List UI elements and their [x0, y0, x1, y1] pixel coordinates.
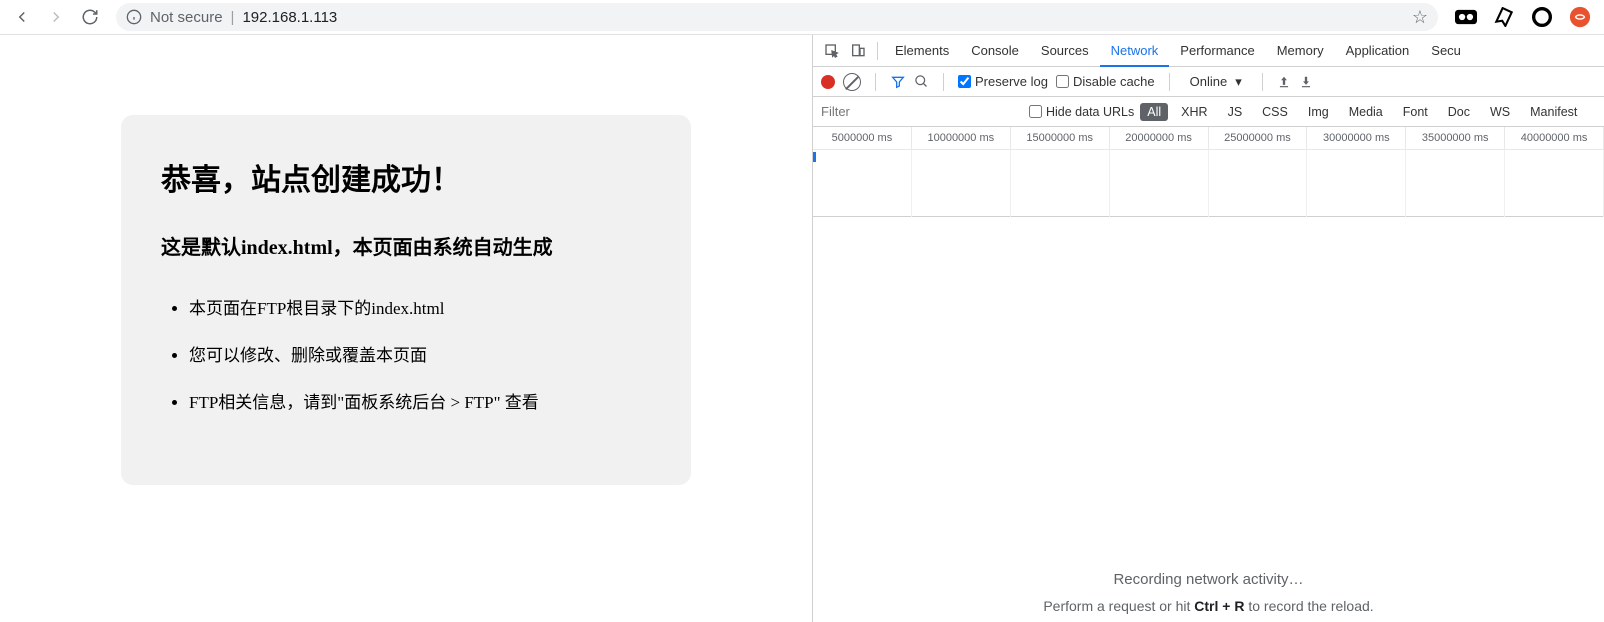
upload-icon[interactable]	[1277, 75, 1291, 89]
download-icon[interactable]	[1299, 75, 1313, 89]
pill-font[interactable]: Font	[1396, 103, 1435, 121]
device-toggle-icon[interactable]	[845, 38, 871, 64]
list-item: FTP相关信息，请到"面板系统后台 > FTP" 查看	[189, 388, 651, 413]
reload-button[interactable]	[76, 3, 104, 31]
pill-manifest[interactable]: Manifest	[1523, 103, 1584, 121]
list-item: 您可以修改、删除或覆盖本页面	[189, 341, 651, 366]
preserve-log-input[interactable]	[958, 75, 971, 88]
tab-network[interactable]: Network	[1100, 35, 1170, 67]
info-card: 恭喜，站点创建成功！ 这是默认index.html，本页面由系统自动生成 本页面…	[121, 115, 691, 485]
pill-doc[interactable]: Doc	[1441, 103, 1477, 121]
pipe-divider: |	[231, 9, 235, 26]
disable-cache-label: Disable cache	[1073, 74, 1155, 89]
pill-xhr[interactable]: XHR	[1174, 103, 1214, 121]
timeline-tick: 15000000 ms	[1011, 127, 1110, 149]
info-icon	[126, 9, 142, 25]
record-button[interactable]	[821, 75, 835, 89]
separator	[877, 42, 878, 60]
timeline-tick: 30000000 ms	[1307, 127, 1406, 149]
timeline-body	[813, 149, 1604, 217]
page-content: 恭喜，站点创建成功！ 这是默认index.html，本页面由系统自动生成 本页面…	[0, 35, 812, 622]
pill-css[interactable]: CSS	[1255, 103, 1295, 121]
recording-title: Recording network activity…	[1113, 571, 1303, 588]
tab-sources[interactable]: Sources	[1030, 35, 1100, 67]
separator	[943, 73, 944, 91]
page-subheading: 这是默认index.html，本页面由系统自动生成	[161, 231, 651, 260]
timeline-tick: 35000000 ms	[1406, 127, 1505, 149]
tab-console[interactable]: Console	[960, 35, 1030, 67]
separator	[1169, 73, 1170, 91]
extension-icon-4[interactable]	[1568, 5, 1592, 29]
tab-application[interactable]: Application	[1335, 35, 1421, 67]
url-text: 192.168.1.113	[242, 9, 337, 26]
separator	[875, 73, 876, 91]
disable-cache-input[interactable]	[1056, 75, 1069, 88]
filter-input[interactable]	[813, 101, 1023, 123]
forward-button[interactable]	[42, 3, 70, 31]
preserve-log-checkbox[interactable]: Preserve log	[958, 74, 1048, 89]
tab-elements[interactable]: Elements	[884, 35, 960, 67]
hide-data-urls-label: Hide data URLs	[1046, 105, 1134, 119]
pill-media[interactable]: Media	[1342, 103, 1390, 121]
timeline-ruler: 5000000 ms 10000000 ms 15000000 ms 20000…	[813, 127, 1604, 149]
timeline-tick: 10000000 ms	[912, 127, 1011, 149]
tab-security[interactable]: Secu	[1420, 35, 1472, 67]
tab-performance[interactable]: Performance	[1169, 35, 1265, 67]
timeline[interactable]: 5000000 ms 10000000 ms 15000000 ms 20000…	[813, 127, 1604, 217]
back-button[interactable]	[8, 3, 36, 31]
extension-icon-1[interactable]	[1454, 5, 1478, 29]
timeline-tick: 20000000 ms	[1110, 127, 1209, 149]
extension-icon-3[interactable]	[1530, 5, 1554, 29]
star-icon[interactable]: ☆	[1412, 7, 1428, 28]
dropdown-icon: ▾	[1235, 74, 1242, 90]
network-empty-state: Recording network activity… Perform a re…	[813, 217, 1604, 622]
browser-toolbar: Not secure | 192.168.1.113 ☆	[0, 0, 1604, 35]
timeline-marker	[813, 152, 816, 162]
search-icon[interactable]	[914, 74, 929, 89]
devtools-tabs: Elements Console Sources Network Perform…	[813, 35, 1604, 67]
not-secure-label: Not secure	[150, 9, 223, 26]
timeline-tick: 25000000 ms	[1209, 127, 1308, 149]
preserve-log-label: Preserve log	[975, 74, 1048, 89]
tab-memory[interactable]: Memory	[1266, 35, 1335, 67]
disable-cache-checkbox[interactable]: Disable cache	[1056, 74, 1155, 89]
clear-button[interactable]	[843, 73, 861, 91]
network-toolbar: Preserve log Disable cache Online ▾	[813, 67, 1604, 97]
pill-img[interactable]: Img	[1301, 103, 1336, 121]
devtools-panel: Elements Console Sources Network Perform…	[812, 35, 1604, 622]
inspect-icon[interactable]	[819, 38, 845, 64]
filter-icon[interactable]	[890, 74, 906, 90]
page-heading: 恭喜，站点创建成功！	[161, 155, 651, 199]
timeline-tick: 5000000 ms	[813, 127, 912, 149]
pill-js[interactable]: JS	[1221, 103, 1250, 121]
recording-hint: Perform a request or hit Ctrl + R to rec…	[1043, 598, 1373, 614]
hide-data-urls-input[interactable]	[1029, 105, 1042, 118]
throttle-select[interactable]: Online ▾	[1184, 74, 1248, 90]
info-list: 本页面在FTP根目录下的index.html 您可以修改、删除或覆盖本页面 FT…	[161, 294, 651, 413]
filter-bar: Hide data URLs All XHR JS CSS Img Media …	[813, 97, 1604, 127]
pill-ws[interactable]: WS	[1483, 103, 1517, 121]
separator	[1262, 73, 1263, 91]
extension-icon-2[interactable]	[1492, 5, 1516, 29]
pill-all[interactable]: All	[1140, 103, 1168, 121]
list-item: 本页面在FTP根目录下的index.html	[189, 294, 651, 319]
hide-data-urls-checkbox[interactable]: Hide data URLs	[1029, 105, 1134, 119]
address-bar[interactable]: Not secure | 192.168.1.113 ☆	[116, 3, 1438, 31]
timeline-tick: 40000000 ms	[1505, 127, 1604, 149]
throttle-value: Online	[1190, 74, 1228, 89]
